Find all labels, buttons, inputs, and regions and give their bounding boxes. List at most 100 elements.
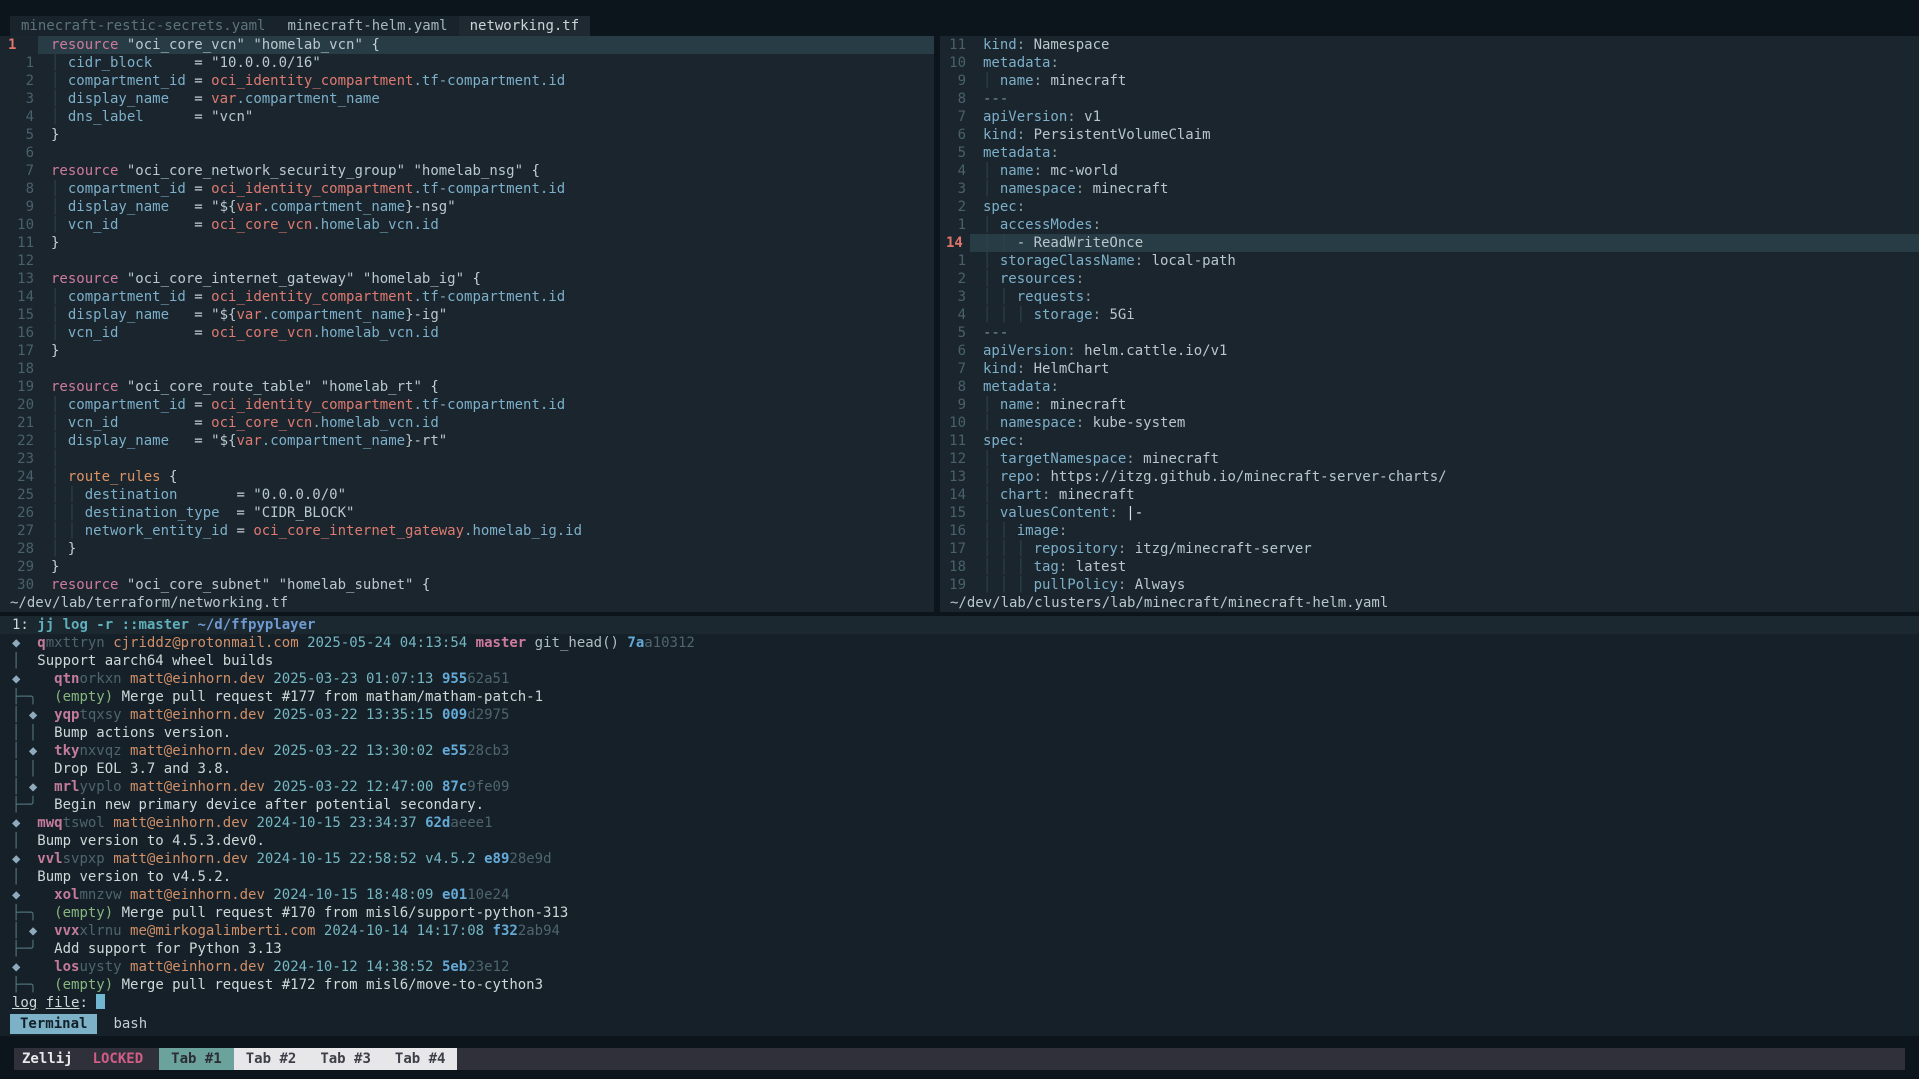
line-number: 1 — [0, 36, 38, 54]
editor-tab[interactable]: minecraft-helm.yaml — [276, 16, 458, 36]
editor-tab[interactable]: networking.tf — [459, 16, 591, 36]
token: HelmChart — [1034, 361, 1110, 377]
token: 1: — [12, 617, 37, 633]
code-line: 14│ compartment_id = oci_identity_compar… — [0, 288, 934, 306]
line-number: 16 — [0, 324, 38, 342]
log-line: ◆ vvlsvpxp matt@einhorn.dev 2024-10-15 2… — [0, 850, 1919, 868]
token: .tf-compartment.id — [413, 289, 565, 305]
code-text — [38, 144, 934, 162]
token — [118, 379, 126, 395]
line-number: 30 — [0, 576, 38, 594]
code-text: │ display_name = "${var.compartment_name… — [38, 306, 934, 324]
line-number: 2 — [940, 270, 970, 288]
token: │ │ │ — [983, 577, 1034, 593]
code-line: 19resource "oci_core_route_table" "homel… — [0, 378, 934, 396]
code-text: │ vcn_id = oci_core_vcn.homelab_vcn.id — [38, 324, 934, 342]
token: = — [177, 487, 253, 503]
line-number: 9 — [940, 72, 970, 90]
code-text: │ } — [38, 540, 934, 558]
code-text: │ │ destination = "0.0.0.0/0" — [38, 486, 934, 504]
line-number: 17 — [940, 540, 970, 558]
terminal-tab-active[interactable]: Terminal — [10, 1014, 97, 1034]
token: e55 — [442, 743, 467, 759]
code-line: 16│ vcn_id = oci_core_vcn.homelab_vcn.id — [0, 324, 934, 342]
zellij-tab[interactable]: Tab #2 — [234, 1048, 309, 1070]
token: : — [1017, 37, 1034, 53]
token: │ │ — [51, 523, 85, 539]
buffer-tab-bar: minecraft-restic-secrets.yamlminecraft-h… — [0, 0, 1919, 36]
code-text: --- — [970, 90, 1919, 108]
token: : — [1042, 487, 1059, 503]
code-text: │ display_name = "${var.compartment_name… — [38, 432, 934, 450]
code-text: │ │ │ storage: 5Gi — [970, 306, 1919, 324]
token: .tf-compartment.id — [413, 181, 565, 197]
zellij-tab[interactable]: Tab #3 — [308, 1048, 383, 1070]
code-text: │ dns_label = "vcn" — [38, 108, 934, 126]
token: name — [1000, 163, 1034, 179]
line-number: 4 — [940, 162, 970, 180]
token: display_name — [68, 91, 169, 107]
token: minecraft — [1059, 487, 1135, 503]
line-number: 8 — [940, 90, 970, 108]
code-text — [38, 360, 934, 378]
token: 2024-10-15 22:58:52 — [256, 851, 416, 867]
code-text: │ compartment_id = oci_identity_compartm… — [38, 288, 934, 306]
token: matt@einhorn.dev — [130, 887, 265, 903]
code-line: 14│ chart: minecraft — [940, 486, 1919, 504]
code-line: 5} — [0, 126, 934, 144]
token — [434, 959, 442, 975]
editor-tab[interactable]: minecraft-restic-secrets.yaml — [10, 16, 276, 36]
right-editor-pane[interactable]: 11kind: Namespace10metadata:9│ name: min… — [940, 36, 1919, 612]
token — [122, 959, 130, 975]
line-number: 4 — [940, 306, 970, 324]
code-line: 14│ │ - ReadWriteOnce — [940, 234, 1919, 252]
line-number: 13 — [940, 468, 970, 486]
token: d2975 — [467, 707, 509, 723]
token: display_name — [68, 199, 169, 215]
token: Bump version to v4.5.2. — [20, 869, 231, 885]
token: vcn_id — [68, 217, 119, 233]
terminal-pane[interactable]: 1: jj log -r ::master ~/d/ffpyplayer◆ qm… — [0, 616, 1919, 1012]
token: metadata — [983, 145, 1050, 161]
left-editor-code[interactable]: 1resource "oci_core_vcn" "homelab_vcn" {… — [0, 36, 934, 594]
terminal-tab-bash[interactable]: bash — [113, 1016, 147, 1032]
token: oci_identity_compartment — [211, 181, 413, 197]
token — [118, 163, 126, 179]
code-line: 26│ │ destination_type = "CIDR_BLOCK" — [0, 504, 934, 522]
token: }-rt" — [405, 433, 447, 449]
token: }-ig" — [405, 307, 447, 323]
token: : — [1017, 127, 1034, 143]
zellij-status-bar: Zellij LOCKED Tab #1Tab #2Tab #3Tab #4 — [14, 1048, 1905, 1070]
token: oci_core_internet_gateway — [253, 523, 464, 539]
token: │ — [12, 779, 29, 795]
token: ├─╮ — [12, 905, 37, 921]
code-text: │ compartment_id = oci_identity_compartm… — [38, 396, 934, 414]
token — [354, 271, 362, 287]
zellij-tab[interactable]: Tab #1 — [159, 1048, 234, 1070]
code-text: spec: — [970, 432, 1919, 450]
line-number: 24 — [0, 468, 38, 486]
zellij-tab[interactable]: Tab #4 — [383, 1048, 458, 1070]
token — [122, 887, 130, 903]
token: 2024-10-12 14:38:52 — [273, 959, 433, 975]
left-editor-pane[interactable]: 1resource "oci_core_vcn" "homelab_vcn" {… — [0, 36, 934, 612]
token: minecraft — [1050, 73, 1126, 89]
log-line: │ ◆ vvxxlrnu me@mirkogalimberti.com 2024… — [0, 922, 1919, 940]
token: Bump version to 4.5.3.dev0. — [20, 833, 264, 849]
terminal-input-line[interactable]: log file: — [0, 994, 1919, 1012]
code-line: 1│ storageClassName: local-path — [940, 252, 1919, 270]
right-editor-code[interactable]: 11kind: Namespace10metadata:9│ name: min… — [940, 36, 1919, 594]
token: los — [54, 959, 79, 975]
token: matt@einhorn.dev — [130, 707, 265, 723]
token: } — [51, 235, 59, 251]
token: │ — [983, 451, 1000, 467]
code-line: 15│ display_name = "${var.compartment_na… — [0, 306, 934, 324]
token: │ — [51, 91, 68, 107]
code-line: 16│ │ image: — [940, 522, 1919, 540]
line-number: 5 — [0, 126, 38, 144]
line-number: 19 — [0, 378, 38, 396]
line-number: 6 — [940, 342, 970, 360]
token: minecraft — [1093, 181, 1169, 197]
code-text: kind: Namespace — [970, 36, 1919, 54]
token: vvl — [37, 851, 62, 867]
